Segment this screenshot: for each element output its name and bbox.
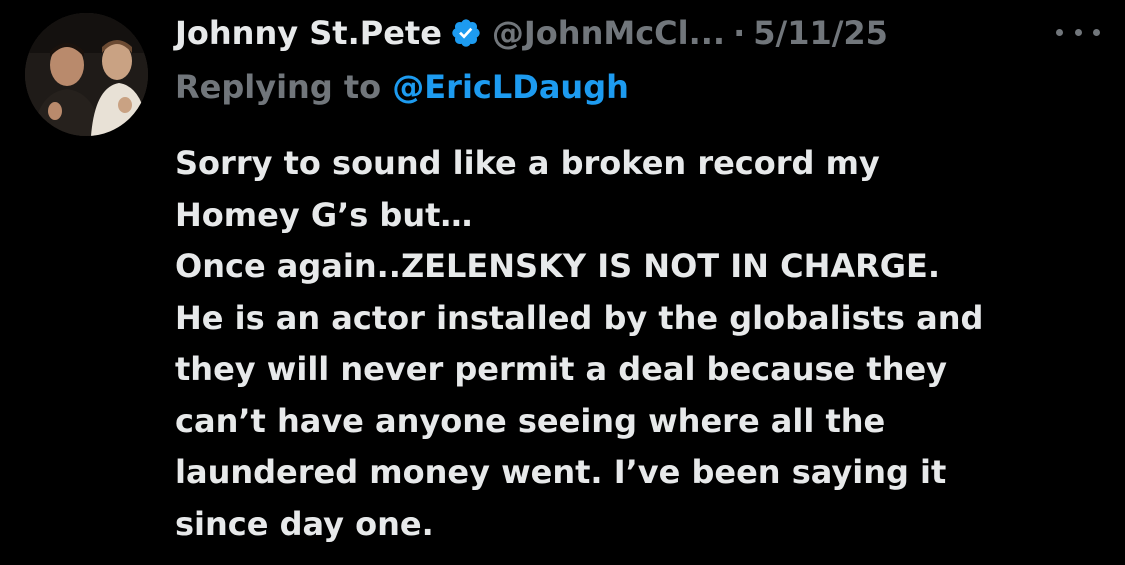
- replying-to-handle-link[interactable]: @EricLDaugh: [392, 68, 629, 106]
- ellipsis-dot: [1093, 28, 1100, 36]
- author-handle[interactable]: @JohnMcCl...: [492, 14, 725, 52]
- replying-to-label: Replying to: [175, 68, 382, 106]
- ellipsis-dot: [1074, 28, 1082, 36]
- tweet-body-line: they will never permit a deal because th…: [175, 350, 948, 388]
- verified-badge-icon: [450, 17, 482, 49]
- tweet-body-line: laundered money went. I’ve been saying i…: [175, 453, 947, 491]
- tweet-date[interactable]: 5/11/25: [753, 14, 888, 52]
- avatar[interactable]: [25, 13, 148, 136]
- tweet-body-line: can’t have anyone seeing where all the: [175, 401, 886, 440]
- tweet-body-line: since day one.: [175, 504, 434, 543]
- tweet-body-line: Once again..ZELENSKY IS NOT IN CHARGE.: [175, 247, 941, 285]
- replying-to: Replying to @EricLDaugh: [175, 68, 629, 106]
- tweet-body-line: He is an actor installed by the globalis…: [175, 298, 984, 337]
- profile-photo-icon: [25, 13, 148, 136]
- ellipsis-dot: [1056, 28, 1063, 36]
- author-display-name[interactable]: Johnny St.Pete: [175, 14, 442, 52]
- more-options-ellipsis-icon[interactable]: [1056, 20, 1100, 44]
- tweet-body: Sorry to sound like a broken record my H…: [175, 138, 1115, 550]
- tweet: Johnny St.Pete @JohnMcCl... · 5/11/25 Re…: [0, 0, 1125, 565]
- header-separator: ·: [733, 14, 746, 52]
- tweet-body-line: Sorry to sound like a broken record my: [175, 144, 880, 182]
- tweet-header: Johnny St.Pete @JohnMcCl... · 5/11/25: [175, 10, 888, 56]
- tweet-body-line: Homey G’s but…: [175, 195, 473, 234]
